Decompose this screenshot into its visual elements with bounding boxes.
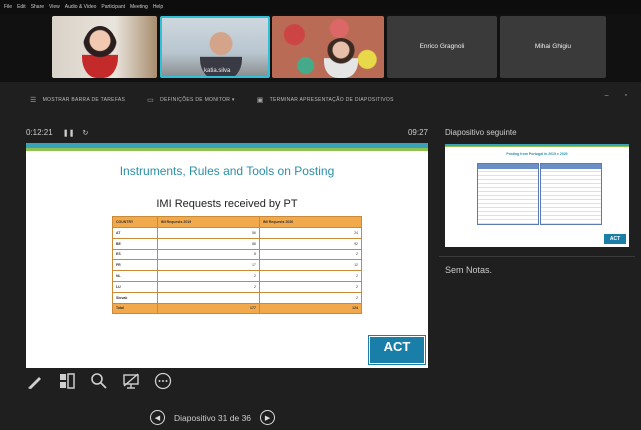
video-tile[interactable]	[272, 16, 384, 78]
thumb-act-logo: ACT	[603, 233, 627, 245]
monitor-settings-button[interactable]: ▭ DEFINIÇÕES DE MONITOR ▾	[147, 96, 235, 104]
slide-counter: Diapositivo 31 de 36	[174, 412, 252, 423]
pen-icon[interactable]	[26, 372, 44, 390]
table-row: NL 2 2	[112, 270, 363, 282]
thumb-table-right	[540, 163, 602, 225]
chevron-right-icon: ▶	[264, 414, 271, 422]
menu-edit[interactable]: Edit	[17, 4, 26, 10]
participant-name: Enrico Gragnoli	[419, 43, 465, 50]
window-controls: – ▫	[605, 92, 627, 99]
menu-participant[interactable]: Participant	[101, 4, 125, 10]
previous-slide-button[interactable]: ◀	[150, 410, 165, 425]
table-header: IMI Requests 2020	[258, 216, 363, 228]
slide-navigation: ◀ Diapositivo 31 de 36 ▶	[150, 410, 276, 425]
slide-subtitle: IMI Requests received by PT	[156, 198, 298, 210]
presenter-tools	[26, 372, 172, 390]
next-slide-label: Diapositivo seguinte	[445, 128, 517, 137]
menu-view[interactable]: View	[49, 4, 60, 10]
pause-icon[interactable]: ❚❚	[63, 129, 75, 137]
taskbar-icon: ☰	[30, 97, 37, 104]
video-strip: katia.silva Enrico Gragnoli Mihai Ghigiu	[0, 14, 641, 82]
screen-off-icon[interactable]	[122, 372, 140, 390]
magnifier-icon[interactable]	[90, 372, 108, 390]
speaker-notes: Sem Notas.	[445, 265, 493, 275]
table-row: BE 88 92	[112, 237, 363, 250]
show-taskbar-button[interactable]: ☰ MOSTRAR BARRA DE TAREFAS	[30, 96, 125, 104]
elapsed-time: 0:12:21	[26, 128, 53, 137]
table-total-row: Total 177 124	[112, 302, 363, 315]
next-slide-button[interactable]: ▶	[260, 410, 276, 425]
menu-help[interactable]: Help	[153, 4, 163, 10]
table-row: FR 17 12	[112, 259, 363, 272]
grid-icon[interactable]	[58, 372, 76, 390]
imi-requests-table: COUNTRY IMI Requests 2019 IMI Requests 2…	[112, 216, 363, 315]
end-show-icon: ▣	[256, 97, 264, 104]
table-row: AT 56 24	[112, 227, 363, 239]
thumb-top-accent	[445, 146, 629, 147]
next-slide-thumbnail[interactable]: Posting from Portugal in 2019 e 2020 ACT	[445, 144, 629, 247]
participant-video	[324, 38, 358, 78]
menu-share[interactable]: Share	[31, 4, 44, 10]
slide-title: Instruments, Rules and Tools on Posting	[119, 164, 335, 178]
slide-top-accent	[26, 148, 428, 151]
minimize-icon[interactable]: –	[605, 92, 609, 99]
restore-icon[interactable]: ▫	[625, 92, 627, 99]
end-slideshow-button[interactable]: ▣ TERMINAR APRESENTAÇÃO DE DIAPOSITIVOS	[257, 96, 394, 104]
table-row: LU 2 2	[112, 280, 363, 293]
thumb-title: Posting from Portugal in 2019 e 2020	[506, 152, 568, 156]
menu-bar: File Edit Share View Audio & Video Parti…	[0, 0, 641, 14]
menu-audio-video[interactable]: Audio & Video	[65, 4, 97, 10]
participant-name: katia.silva	[204, 68, 231, 74]
act-logo: ACT	[369, 336, 425, 364]
current-time: 09:27	[407, 128, 428, 137]
video-tile[interactable]: Enrico Gragnoli	[387, 16, 497, 78]
table-row: Slovak 2	[112, 291, 363, 304]
video-tile[interactable]: Mihai Ghigiu	[500, 16, 606, 78]
table-header: COUNTRY	[112, 216, 158, 228]
participant-name: Mihai Ghigiu	[534, 43, 572, 50]
thumb-table-left	[477, 163, 539, 225]
monitor-icon: ▭	[147, 97, 155, 104]
notes-divider	[439, 256, 635, 257]
current-slide: Instruments, Rules and Tools on Posting …	[26, 143, 428, 368]
video-tile[interactable]	[52, 16, 157, 78]
table-header: IMI Requests 2019	[156, 216, 260, 228]
table-row: ES 8 2	[112, 248, 363, 261]
timer-row: 0:12:21 ❚❚ ↻ 09:27	[26, 128, 428, 137]
presenter-toolbar: ☰ MOSTRAR BARRA DE TAREFAS ▭ DEFINIÇÕES DE…	[0, 90, 641, 110]
participant-video	[82, 26, 118, 78]
chevron-left-icon: ◀	[154, 414, 161, 422]
menu-file[interactable]: File	[4, 4, 12, 10]
more-icon[interactable]	[154, 372, 172, 390]
video-tile-active[interactable]: katia.silva	[160, 16, 270, 78]
reset-icon[interactable]: ↻	[82, 129, 88, 137]
menu-meeting[interactable]: Meeting	[130, 4, 148, 10]
